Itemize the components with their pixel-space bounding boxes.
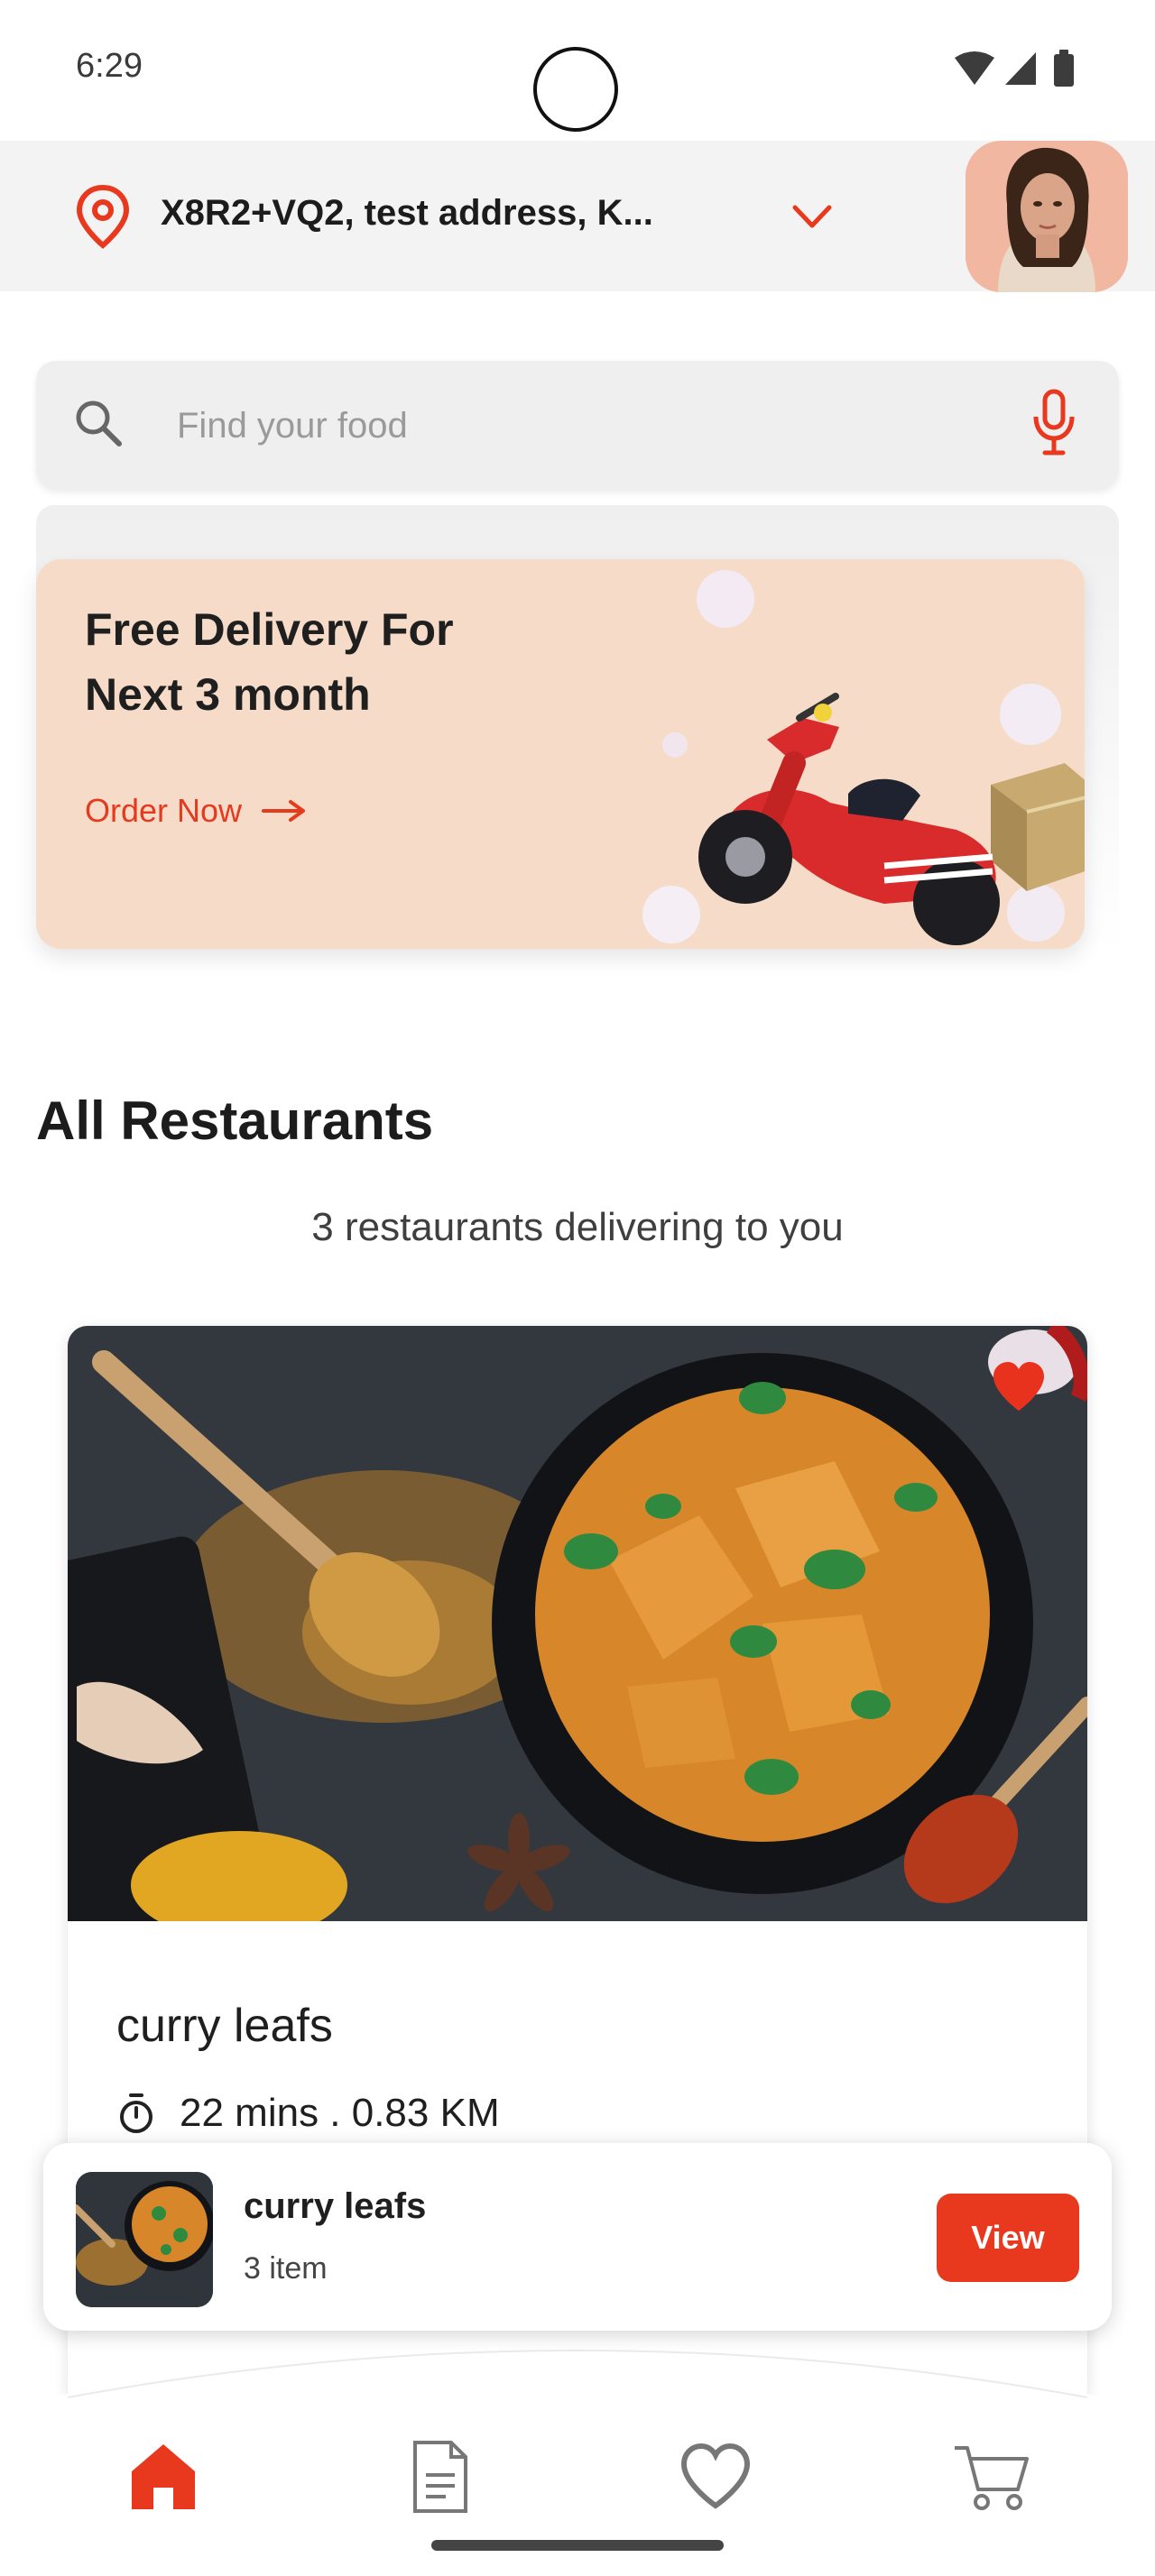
search-input[interactable] xyxy=(175,388,973,464)
restaurant-image xyxy=(68,1326,1087,1921)
favorites-icon[interactable] xyxy=(675,2435,756,2516)
arrow-right-icon xyxy=(262,800,306,822)
cart-thumbnail-image xyxy=(76,2172,213,2307)
order-now-button[interactable]: Order Now xyxy=(85,792,307,830)
cart-summary[interactable]: curry leafs 3 item View xyxy=(43,2143,1112,2331)
location-address[interactable]: X8R2+VQ2, test address, K... xyxy=(161,193,702,234)
section-title: All Restaurants xyxy=(36,1090,434,1151)
cart-restaurant-name: curry leafs xyxy=(244,2186,427,2226)
search-icon xyxy=(76,400,122,446)
cart-item-count: 3 item xyxy=(244,2251,328,2286)
location-pin-icon xyxy=(76,184,130,249)
scooter-illustration xyxy=(642,570,1085,945)
restaurants-count: 3 restaurants delivering to you xyxy=(311,1205,844,1249)
battery-icon xyxy=(1054,50,1074,87)
promo-title-line1: Free Delivery For xyxy=(85,604,454,655)
status-icons xyxy=(955,50,1074,87)
cart-icon[interactable] xyxy=(951,2435,1032,2516)
home-icon[interactable] xyxy=(123,2435,204,2516)
cart-thumbnail xyxy=(76,2172,213,2307)
promo-banner[interactable]: Free Delivery For Next 3 month Order Now xyxy=(36,559,1085,949)
restaurant-name: curry leafs xyxy=(116,2000,333,2052)
promo-title-line2: Next 3 month xyxy=(85,669,371,720)
restaurant-meta: 22 mins . 0.83 KM xyxy=(116,2091,500,2136)
avatar-image xyxy=(966,141,1128,292)
signal-icon xyxy=(1005,52,1036,85)
chevron-down-icon[interactable] xyxy=(790,200,835,233)
status-time: 6:29 xyxy=(76,47,143,85)
wifi-icon xyxy=(955,51,994,85)
microphone-icon[interactable] xyxy=(1030,388,1077,456)
delivery-time: 22 mins . 0.83 KM xyxy=(180,2091,500,2135)
timer-icon xyxy=(120,2093,152,2133)
camera-cutout xyxy=(533,47,618,132)
order-now-label: Order Now xyxy=(85,792,243,829)
favorite-heart-icon[interactable] xyxy=(990,1360,1048,1412)
orders-icon[interactable] xyxy=(399,2435,480,2516)
profile-avatar[interactable] xyxy=(966,141,1128,292)
view-cart-button[interactable]: View xyxy=(937,2194,1079,2282)
promo-title: Free Delivery For Next 3 month xyxy=(85,597,554,727)
home-indicator[interactable] xyxy=(431,2540,724,2551)
